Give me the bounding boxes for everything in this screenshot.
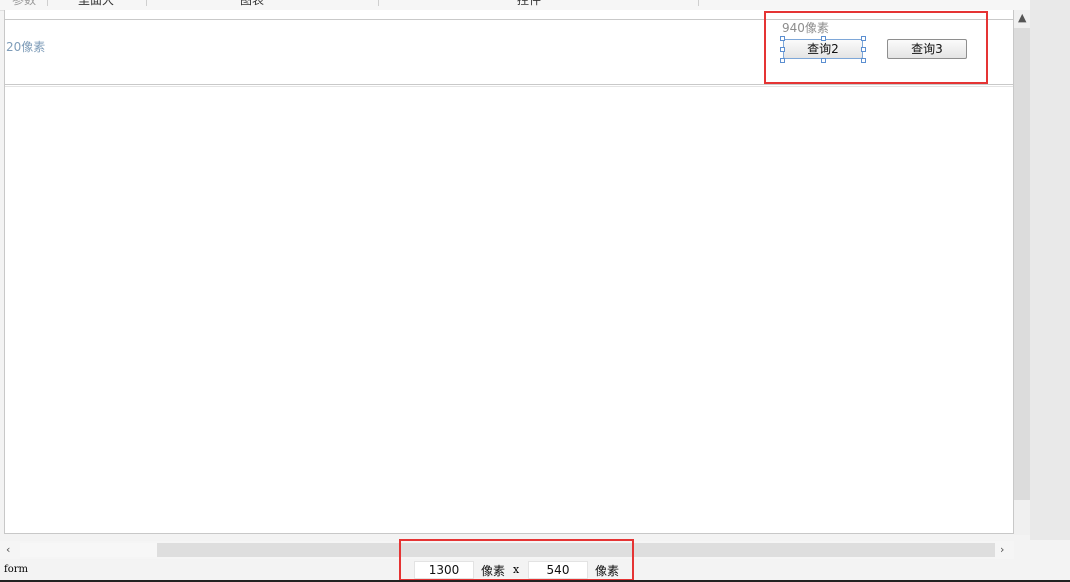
tab-charts[interactable]: 图表 xyxy=(240,0,264,9)
designer-window: 参数 里面大 图表 控件 20像素 940像素 查询2 查询3 ▲ ‹ › fo… xyxy=(0,0,1070,582)
tab-inner[interactable]: 里面大 xyxy=(78,0,114,9)
highlight-box-buttons xyxy=(764,11,988,84)
tab-separator xyxy=(47,0,48,6)
tab-separator xyxy=(378,0,379,6)
highlight-box-size xyxy=(399,539,634,581)
tab-params[interactable]: 参数 xyxy=(12,0,36,9)
chevron-up-icon[interactable]: ▲ xyxy=(1018,12,1026,24)
left-width-label: 20像素 xyxy=(6,40,46,54)
horizontal-scroll-thumb[interactable] xyxy=(20,543,157,557)
tab-separator xyxy=(698,0,699,6)
vertical-scroll-thumb[interactable] xyxy=(1014,28,1030,500)
tab-separator xyxy=(146,0,147,6)
design-canvas[interactable]: 20像素 940像素 查询2 查询3 xyxy=(4,10,1014,534)
right-gutter xyxy=(1030,0,1070,540)
panel-divider xyxy=(5,86,1013,87)
chevron-right-icon[interactable]: › xyxy=(1000,544,1004,556)
vertical-scrollbar[interactable]: ▲ xyxy=(1014,10,1030,535)
chevron-left-icon[interactable]: ‹ xyxy=(6,544,10,556)
tab-controls[interactable]: 控件 xyxy=(517,0,541,9)
selected-element-label: form xyxy=(4,564,28,575)
